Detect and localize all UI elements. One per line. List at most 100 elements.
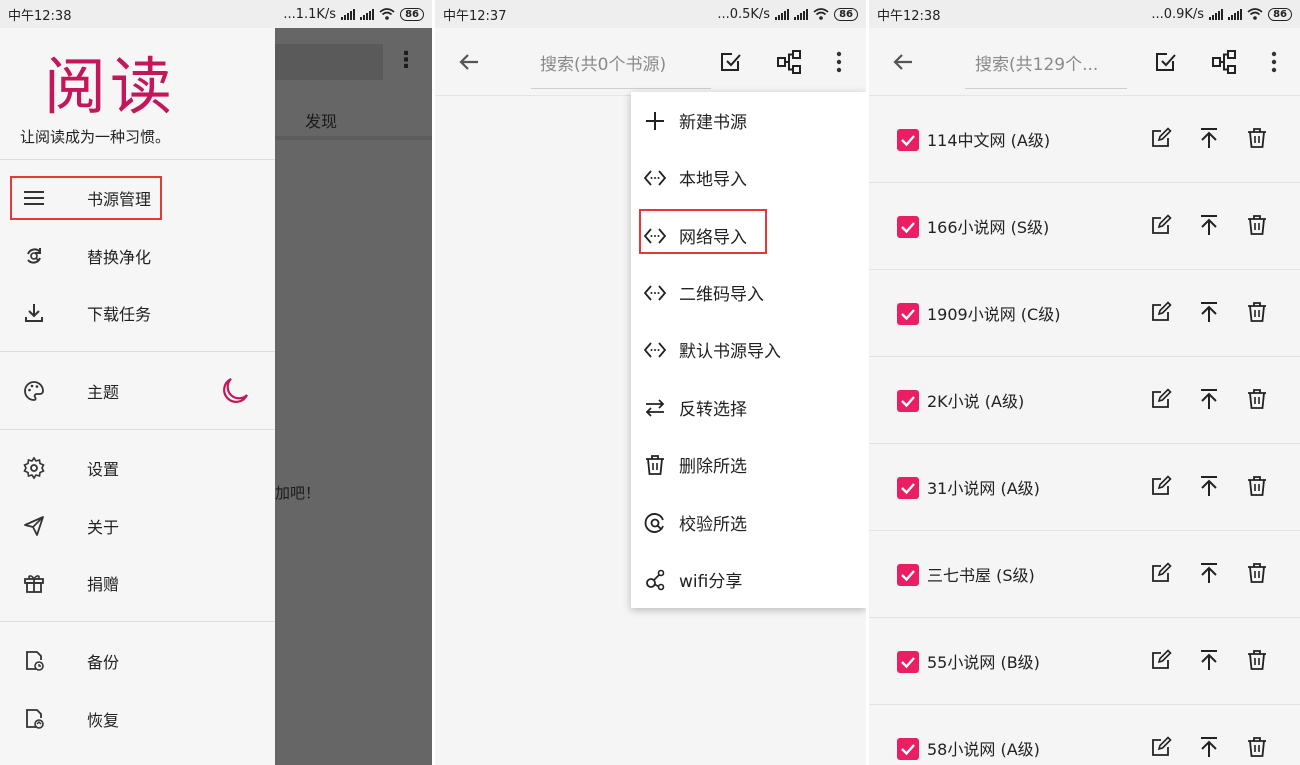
source-row[interactable]: 2K小说 (A级) <box>869 357 1300 444</box>
move-to-top-icon[interactable] <box>1197 648 1221 672</box>
source-checkbox[interactable] <box>897 564 919 586</box>
back-arrow-icon[interactable] <box>890 49 916 75</box>
wifi-icon <box>1247 8 1263 20</box>
nav-item-label: 主题 <box>87 383 120 402</box>
nav-item-theme[interactable]: 主题 <box>0 366 275 416</box>
source-row[interactable]: 55小说网 (B级) <box>869 618 1300 705</box>
gear-icon <box>22 456 46 480</box>
nav-item-donate[interactable]: 捐赠 <box>0 558 275 608</box>
nav-item-restore[interactable]: 恢复 <box>0 694 275 744</box>
search-input[interactable]: 搜索(共129个... <box>975 50 1098 75</box>
move-to-top-icon[interactable] <box>1197 735 1221 759</box>
source-name: 2K小说 (A级) <box>927 392 1025 411</box>
source-checkbox[interactable] <box>897 129 919 151</box>
edit-icon[interactable] <box>1149 300 1173 324</box>
search-input[interactable]: 搜索(共0个书源) <box>540 50 666 75</box>
nav-item-label: 替换净化 <box>87 248 152 267</box>
nav-item-about[interactable]: 关于 <box>0 501 275 551</box>
source-checkbox[interactable] <box>897 216 919 238</box>
edit-icon[interactable] <box>1149 387 1173 411</box>
status-bar: 中午12:37 ...0.5K/s 86 <box>435 0 866 28</box>
source-checkbox[interactable] <box>897 738 919 760</box>
group-icon[interactable] <box>1211 49 1237 75</box>
source-checkbox[interactable] <box>897 651 919 673</box>
delete-icon[interactable] <box>1245 300 1269 324</box>
edit-icon[interactable] <box>1149 474 1173 498</box>
menu-item-new-source[interactable]: 新建书源 <box>631 92 866 149</box>
move-to-top-icon[interactable] <box>1197 126 1221 150</box>
source-row[interactable]: 114中文网 (A级) <box>869 96 1300 183</box>
nav-item-label: 备份 <box>87 653 120 672</box>
edit-icon[interactable] <box>1149 735 1173 759</box>
nav-item-label: 下载任务 <box>87 305 152 324</box>
divider <box>0 621 275 622</box>
nav-item-settings[interactable]: 设置 <box>0 443 275 493</box>
battery-icon: 86 <box>834 7 858 21</box>
move-to-top-icon[interactable] <box>1197 213 1221 237</box>
nav-item-backup[interactable]: 备份 <box>0 636 275 686</box>
signal-icon <box>1228 8 1243 20</box>
menu-item-label: 二维码导入 <box>679 285 764 305</box>
delete-icon[interactable] <box>1245 126 1269 150</box>
background-content-dimmed[interactable]: ⋮ 发现 加吧！ <box>275 28 432 765</box>
back-arrow-icon[interactable] <box>456 49 482 75</box>
edit-icon[interactable] <box>1149 126 1173 150</box>
delete-icon[interactable] <box>1245 561 1269 585</box>
move-to-top-icon[interactable] <box>1197 474 1221 498</box>
status-bar: 中午12:38 ...1.1K/s 86 <box>0 0 432 28</box>
more-vert-icon[interactable] <box>826 49 852 75</box>
menu-item-invert-selection[interactable]: 反转选择 <box>631 379 866 436</box>
divider <box>0 159 275 160</box>
move-to-top-icon[interactable] <box>1197 300 1221 324</box>
menu-item-delete-selected[interactable]: 删除所选 <box>631 436 866 493</box>
toolbar: 搜索(共0个书源) <box>435 28 866 96</box>
delete-icon[interactable] <box>1245 213 1269 237</box>
status-time: 中午12:38 <box>877 8 941 24</box>
gift-icon <box>22 571 46 595</box>
source-checkbox[interactable] <box>897 303 919 325</box>
delete-icon[interactable] <box>1245 648 1269 672</box>
network-speed: ...0.5K/s <box>717 6 771 22</box>
source-checkbox[interactable] <box>897 477 919 499</box>
menu-item-default-import[interactable]: 默认书源导入 <box>631 321 866 378</box>
highlight-box <box>639 209 767 254</box>
edit-icon[interactable] <box>1149 648 1173 672</box>
menu-item-wifi-share[interactable]: wifi分享 <box>631 551 866 608</box>
divider <box>0 429 275 430</box>
more-vert-icon[interactable] <box>1261 49 1287 75</box>
night-mode-moon-icon[interactable] <box>220 376 250 406</box>
code-icon <box>643 166 667 190</box>
menu-item-qrcode-import[interactable]: 二维码导入 <box>631 264 866 321</box>
source-checkbox[interactable] <box>897 390 919 412</box>
edit-icon[interactable] <box>1149 213 1173 237</box>
delete-icon[interactable] <box>1245 474 1269 498</box>
app-slogan: 让阅读成为一种习惯。 <box>20 128 171 146</box>
menu-item-local-import[interactable]: 本地导入 <box>631 149 866 206</box>
search-underline <box>531 88 711 89</box>
delete-icon[interactable] <box>1245 735 1269 759</box>
source-row[interactable]: 58小说网 (A级) <box>869 705 1300 765</box>
select-all-icon[interactable] <box>1153 49 1179 75</box>
nav-item-replace[interactable]: 替换净化 <box>0 231 275 281</box>
source-row[interactable]: 三七书屋 (S级) <box>869 531 1300 618</box>
select-all-icon[interactable] <box>718 49 744 75</box>
group-icon[interactable] <box>776 49 802 75</box>
edit-icon[interactable] <box>1149 561 1173 585</box>
backup-icon <box>22 649 46 673</box>
nav-item-downloads[interactable]: 下载任务 <box>0 288 275 338</box>
delete-icon[interactable] <box>1245 387 1269 411</box>
source-row[interactable]: 31小说网 (A级) <box>869 444 1300 531</box>
menu-item-check-selected[interactable]: 校验所选 <box>631 494 866 551</box>
drawer-screen: 中午12:38 ...1.1K/s 86 ⋮ 发现 加吧！ 阅读 让阅读成为一种… <box>0 0 432 765</box>
wifi-icon <box>813 8 829 20</box>
source-row[interactable]: 1909小说网 (C级) <box>869 270 1300 357</box>
move-to-top-icon[interactable] <box>1197 387 1221 411</box>
replace-icon <box>22 244 46 268</box>
app-logo: 阅读 <box>44 50 177 123</box>
source-row[interactable]: 166小说网 (S级) <box>869 183 1300 270</box>
menu-item-label: 默认书源导入 <box>679 342 781 362</box>
signal-icon <box>360 8 375 20</box>
network-speed: ...0.9K/s <box>1151 6 1205 22</box>
move-to-top-icon[interactable] <box>1197 561 1221 585</box>
signal-icon <box>341 8 356 20</box>
